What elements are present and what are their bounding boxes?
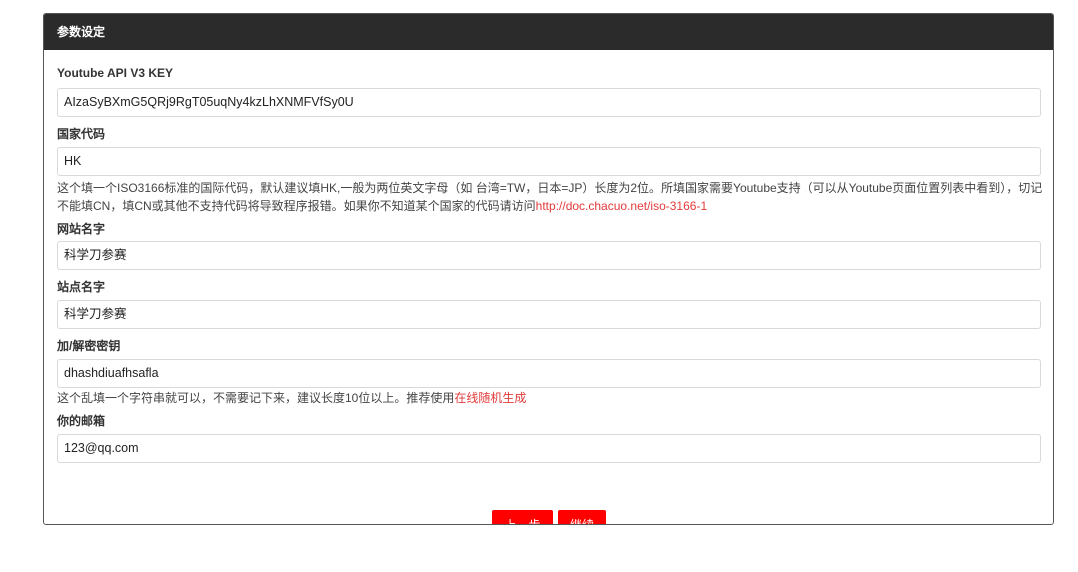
- secret-key-input[interactable]: dhashdiuafhsafla: [57, 359, 1041, 388]
- email-label: 你的邮箱: [57, 414, 106, 428]
- country-code-input[interactable]: HK: [57, 147, 1041, 176]
- api-key-label: Youtube API V3 KEY: [57, 66, 174, 80]
- secret-key-help-text: 这个乱填一个字符串就可以，不需要记下来，建议长度10位以上。推荐使用: [57, 391, 455, 405]
- site-name-input[interactable]: 科学刀参赛: [57, 241, 1041, 270]
- settings-panel: 参数设定 Youtube API V3 KEY AIzaSyBXmG5QRj9R…: [43, 13, 1054, 525]
- country-code-help: 这个填一个ISO3166标准的国际代码，默认建议填HK,一般为两位英文字母（如 …: [57, 179, 1047, 215]
- secret-key-help: 这个乱填一个字符串就可以，不需要记下来，建议长度10位以上。推荐使用在线随机生成: [57, 389, 1047, 407]
- country-code-label: 国家代码: [57, 127, 106, 141]
- api-key-input[interactable]: AIzaSyBXmG5QRj9RgT05uqNy4kzLhXNMFVfSy0U: [57, 88, 1041, 117]
- station-name-label: 站点名字: [57, 280, 106, 294]
- email-input[interactable]: 123@qq.com: [57, 434, 1041, 463]
- prev-step-button[interactable]: 上一步: [492, 510, 553, 524]
- random-generate-link[interactable]: 在线随机生成: [454, 391, 526, 405]
- continue-button[interactable]: 继续: [558, 510, 606, 524]
- site-name-label: 网站名字: [57, 222, 106, 236]
- secret-key-label: 加/解密密钥: [57, 339, 121, 353]
- station-name-input[interactable]: 科学刀参赛: [57, 300, 1041, 329]
- iso-3166-link[interactable]: http://doc.chacuo.net/iso-3166-1: [536, 199, 707, 213]
- panel-title: 参数设定: [44, 14, 1053, 50]
